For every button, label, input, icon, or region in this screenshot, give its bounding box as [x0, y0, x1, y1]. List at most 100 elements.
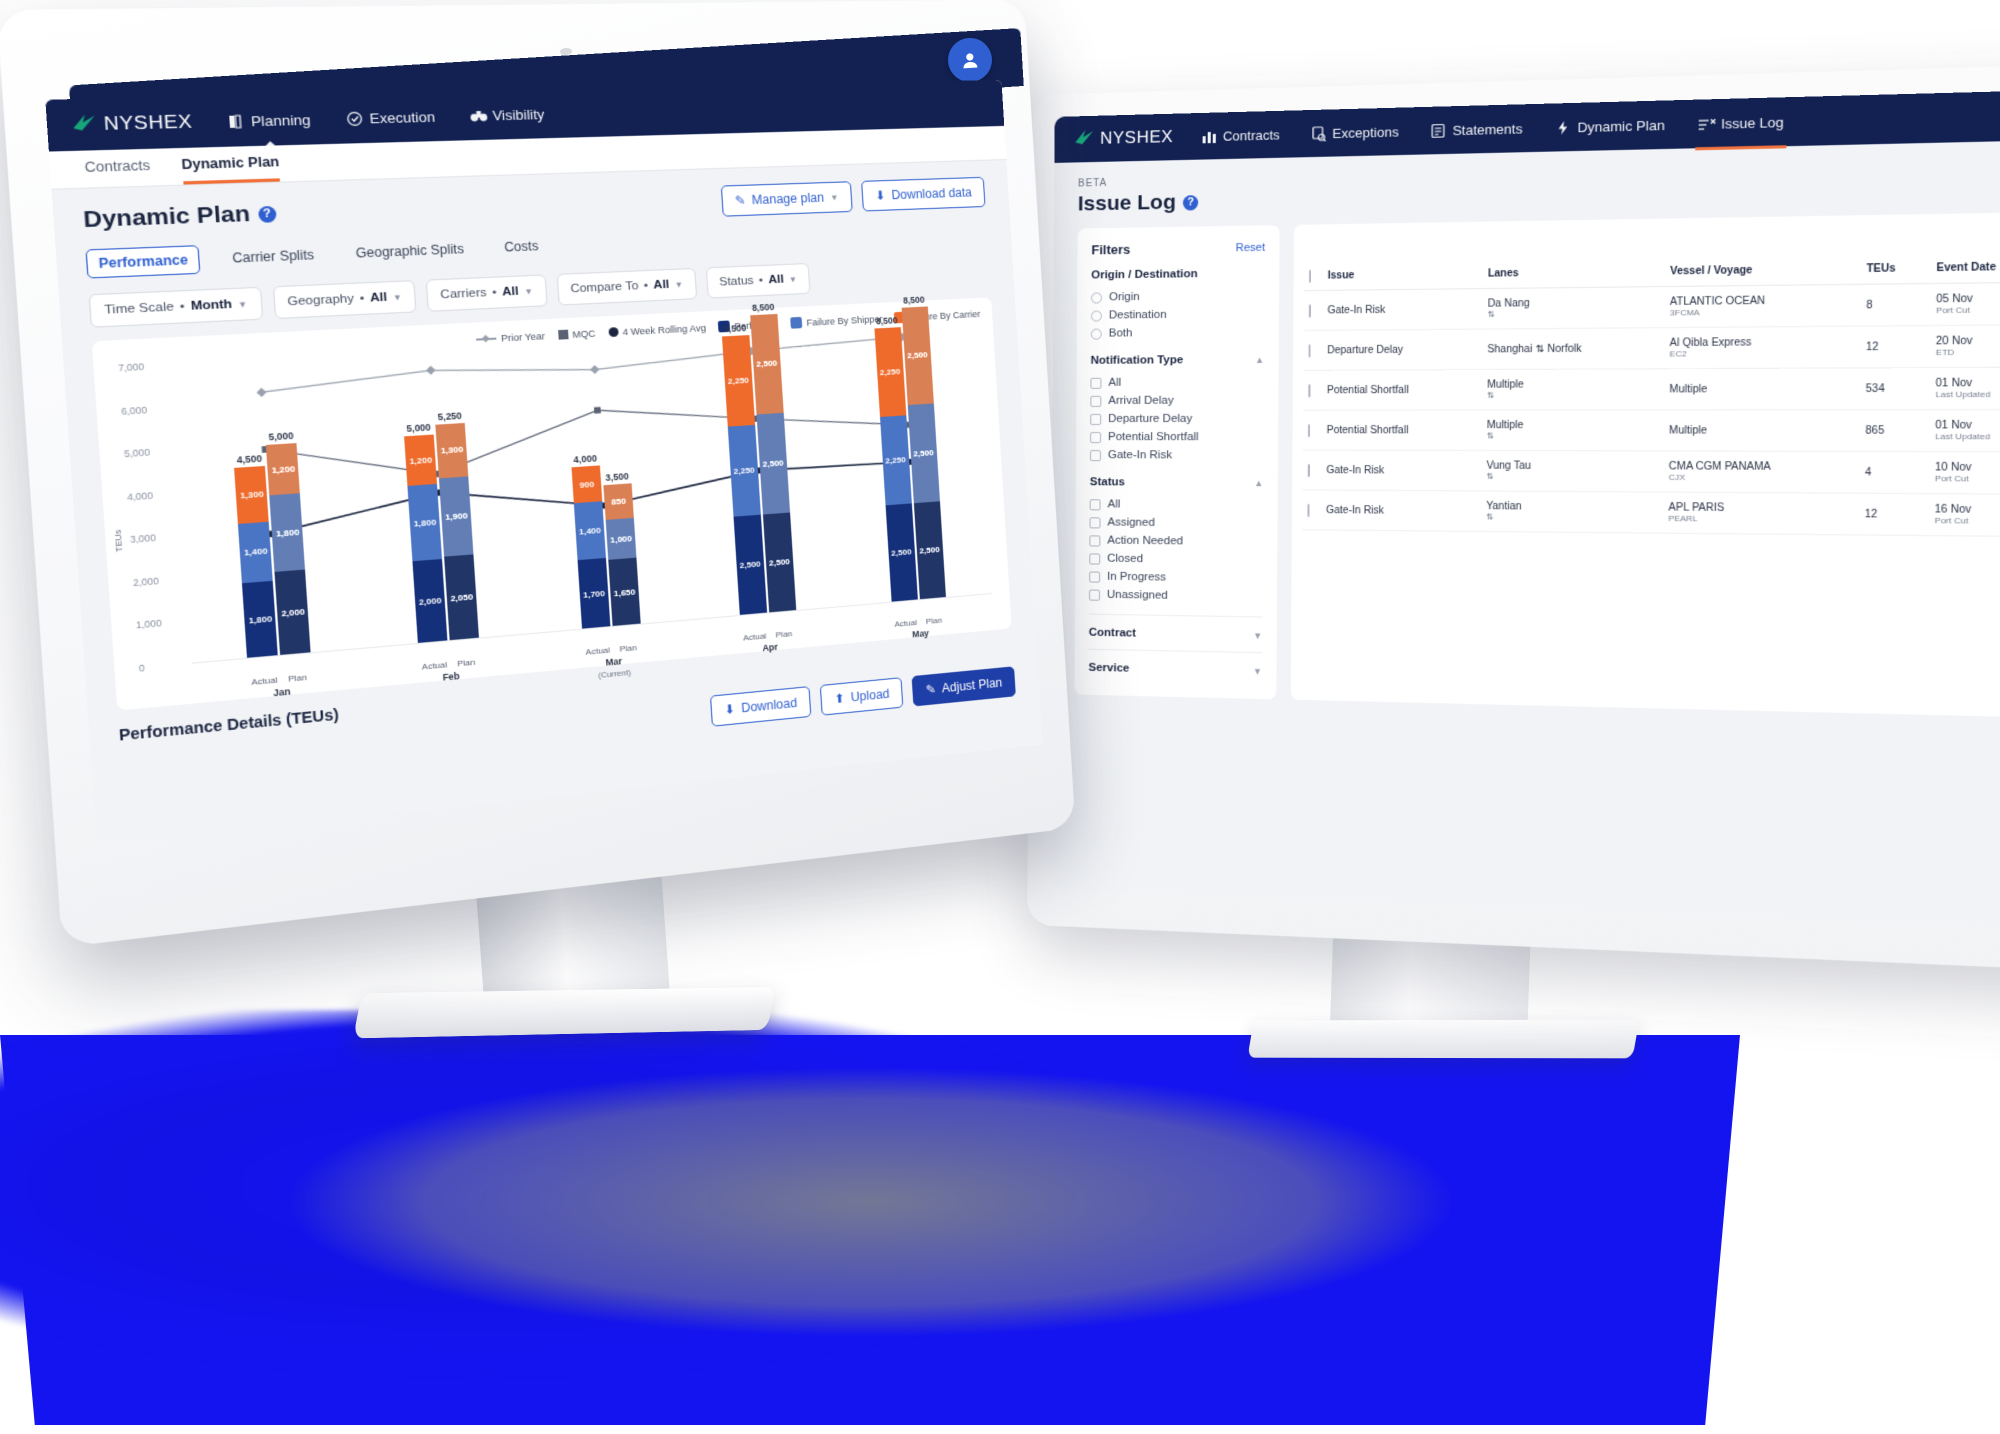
checkbox-icon-row-4[interactable]: [1307, 463, 1310, 477]
table-row[interactable]: Potential Shortfall Multiple ⇅ Multiple 8…: [1302, 409, 2000, 452]
row-checkbox-cell-1[interactable]: [1303, 330, 1323, 371]
column-lanes[interactable]: Lanes: [1482, 257, 1665, 289]
tab-carrier-splits[interactable]: Carrier Splits: [221, 241, 326, 271]
filter-option-status-closed[interactable]: Closed: [1089, 549, 1263, 569]
nav-item-issue-log[interactable]: Issue Log: [1695, 109, 1786, 136]
filter-option-destination[interactable]: Destination: [1090, 305, 1265, 325]
checkbox-icon-departure-delay[interactable]: [1090, 413, 1102, 425]
legend-item-failure-shipper[interactable]: Failure By Shipper: [790, 313, 883, 329]
column-teus[interactable]: TEUs: [1860, 253, 1931, 285]
chart-bar-segment: 1,000: [605, 517, 637, 561]
table-row[interactable]: Gate-In Risk Vung Tau ⇅ CMA CGM PANAMA CJX…: [1302, 450, 2000, 495]
filter-status[interactable]: Status • All ▼: [705, 262, 811, 299]
chart-subgroup-label: Actual: [585, 645, 611, 657]
filter-option-departure-delay[interactable]: Departure Delay: [1090, 410, 1264, 428]
chevron-up-icon-status[interactable]: ▲: [1254, 478, 1263, 488]
upload-button[interactable]: ⬆ Upload: [819, 677, 904, 716]
brand-logo-front[interactable]: NYSHEX: [71, 111, 193, 137]
filter-option-notif-all[interactable]: All: [1090, 373, 1264, 392]
filter-option-status-assigned[interactable]: Assigned: [1089, 513, 1263, 533]
filters-reset-link[interactable]: Reset: [1236, 241, 1265, 254]
filter-time-scale[interactable]: Time Scale • Month ▼: [88, 286, 263, 328]
filter-geography[interactable]: Geography • All ▼: [272, 280, 417, 320]
checkbox-icon-row-5[interactable]: [1307, 503, 1310, 517]
checkbox-icon-row-0[interactable]: [1308, 303, 1311, 318]
checkbox-icon-status-assigned[interactable]: [1089, 516, 1101, 528]
filter-option-arrival-delay[interactable]: Arrival Delay: [1090, 391, 1264, 410]
manage-plan-label: Manage plan: [751, 190, 825, 208]
row-checkbox-cell-4[interactable]: [1302, 450, 1322, 491]
download-button[interactable]: ⬇ Download: [709, 686, 812, 727]
column-event-date[interactable]: Event Date: [1930, 252, 2000, 284]
filter-option-status-unassigned[interactable]: Unassigned: [1088, 586, 1263, 607]
checkbox-icon-notif-all[interactable]: [1090, 377, 1102, 389]
nav-item-planning[interactable]: Planning: [223, 107, 314, 134]
radio-icon-destination[interactable]: [1090, 310, 1102, 322]
legend-item-rolling-avg[interactable]: 4 Week Rolling Avg: [608, 322, 706, 338]
legend-item-mqc[interactable]: MQC: [557, 328, 596, 340]
column-vessel-voyage[interactable]: Vessel / Voyage: [1664, 254, 1861, 287]
radio-icon-origin[interactable]: [1091, 291, 1103, 304]
chart-bar-segment: 2,250: [874, 327, 906, 417]
adjust-plan-button[interactable]: ✎ Adjust Plan: [911, 666, 1016, 707]
chevron-down-icon-geography: ▼: [392, 292, 403, 303]
radio-icon-both[interactable]: [1090, 328, 1102, 340]
filter-option-status-action-needed[interactable]: Action Needed: [1089, 531, 1263, 551]
download-data-button[interactable]: ⬇ Download data: [860, 176, 986, 212]
filter-group-status[interactable]: Status ▲: [1090, 476, 1264, 489]
pencil-icon-manage: ✎: [734, 193, 747, 208]
row-checkbox-cell-3[interactable]: [1302, 410, 1322, 451]
filter-option-gate-in-risk[interactable]: Gate-In Risk: [1089, 446, 1264, 465]
checkbox-icon-select-all[interactable]: [1309, 269, 1312, 283]
filter-compare-to[interactable]: Compare To • All ▼: [556, 267, 697, 306]
nav-item-exceptions[interactable]: Exceptions: [1309, 119, 1401, 145]
nav-item-visibility[interactable]: Visibility: [466, 102, 548, 128]
manage-plan-button[interactable]: ✎ Manage plan ▼: [720, 181, 853, 217]
checkbox-icon-row-1[interactable]: [1308, 343, 1311, 358]
tab-costs[interactable]: Costs: [493, 233, 549, 261]
checkbox-icon-status-all[interactable]: [1089, 498, 1101, 510]
filter-option-potential-shortfall[interactable]: Potential Shortfall: [1090, 428, 1264, 446]
table-row[interactable]: Gate-In Risk Yantian ⇅ APL PARIS PEARL 12 …: [1302, 489, 2000, 538]
tab-geographic-splits[interactable]: Geographic Splits: [345, 236, 475, 267]
filter-option-both[interactable]: Both: [1090, 323, 1265, 343]
checkbox-icon-status-action-needed[interactable]: [1089, 534, 1101, 547]
checkbox-icon-status-in-progress[interactable]: [1089, 570, 1101, 583]
chevron-down-icon-contract[interactable]: ▼: [1253, 631, 1262, 641]
tab-performance[interactable]: Performance: [85, 245, 201, 279]
column-select-all[interactable]: [1303, 262, 1323, 291]
checkbox-icon-row-3[interactable]: [1307, 423, 1311, 437]
filter-group-origin-destination[interactable]: Origin / Destination: [1091, 267, 1265, 281]
table-row[interactable]: Departure Delay Shanghai ⇅ Norfolk Al Qi…: [1303, 324, 2000, 371]
nav-item-statements[interactable]: Statements: [1428, 116, 1525, 142]
nav-item-execution[interactable]: Execution: [342, 104, 438, 131]
filter-option-status-all[interactable]: All: [1089, 495, 1264, 514]
chevron-down-icon-service[interactable]: ▼: [1253, 666, 1262, 676]
checkbox-icon-gate-in-risk[interactable]: [1089, 449, 1101, 461]
subtab-contracts[interactable]: Contracts: [84, 158, 151, 188]
row-checkbox-cell-0[interactable]: [1303, 290, 1323, 331]
checkbox-icon-row-2[interactable]: [1308, 383, 1311, 397]
row-lane-sub-0: ⇅: [1487, 309, 1495, 320]
row-checkbox-cell-2[interactable]: [1303, 370, 1322, 411]
filter-carriers[interactable]: Carriers • All ▼: [425, 274, 548, 312]
checkbox-icon-potential-shortfall[interactable]: [1090, 431, 1102, 443]
legend-item-prior-year[interactable]: Prior Year: [476, 330, 545, 344]
nav-item-contracts[interactable]: Contracts: [1199, 123, 1281, 148]
nav-item-dynamic-plan[interactable]: Dynamic Plan: [1553, 113, 1668, 140]
table-row[interactable]: Potential Shortfall Multiple ⇅ Multiple 5…: [1303, 366, 2000, 411]
checkbox-icon-arrival-delay[interactable]: [1090, 395, 1102, 407]
checkbox-icon-status-unassigned[interactable]: [1088, 589, 1101, 601]
filter-group-contract[interactable]: Contract ▼: [1089, 627, 1263, 642]
filter-option-origin[interactable]: Origin: [1091, 286, 1265, 306]
filter-group-notification-type[interactable]: Notification Type ▲: [1091, 354, 1265, 367]
checkbox-icon-status-closed[interactable]: [1089, 552, 1101, 565]
column-issue[interactable]: Issue: [1322, 260, 1483, 291]
brand-logo-back[interactable]: NYSHEX: [1074, 126, 1173, 150]
chevron-up-icon-notification-type[interactable]: ▲: [1255, 355, 1264, 365]
filter-group-service[interactable]: Service ▼: [1088, 662, 1262, 678]
row-checkbox-cell-5[interactable]: [1302, 489, 1322, 530]
help-icon-dynamic-plan[interactable]: ?: [257, 205, 277, 223]
subtab-dynamic-plan[interactable]: Dynamic Plan: [181, 154, 281, 185]
help-icon-issue-log[interactable]: ?: [1182, 194, 1199, 211]
